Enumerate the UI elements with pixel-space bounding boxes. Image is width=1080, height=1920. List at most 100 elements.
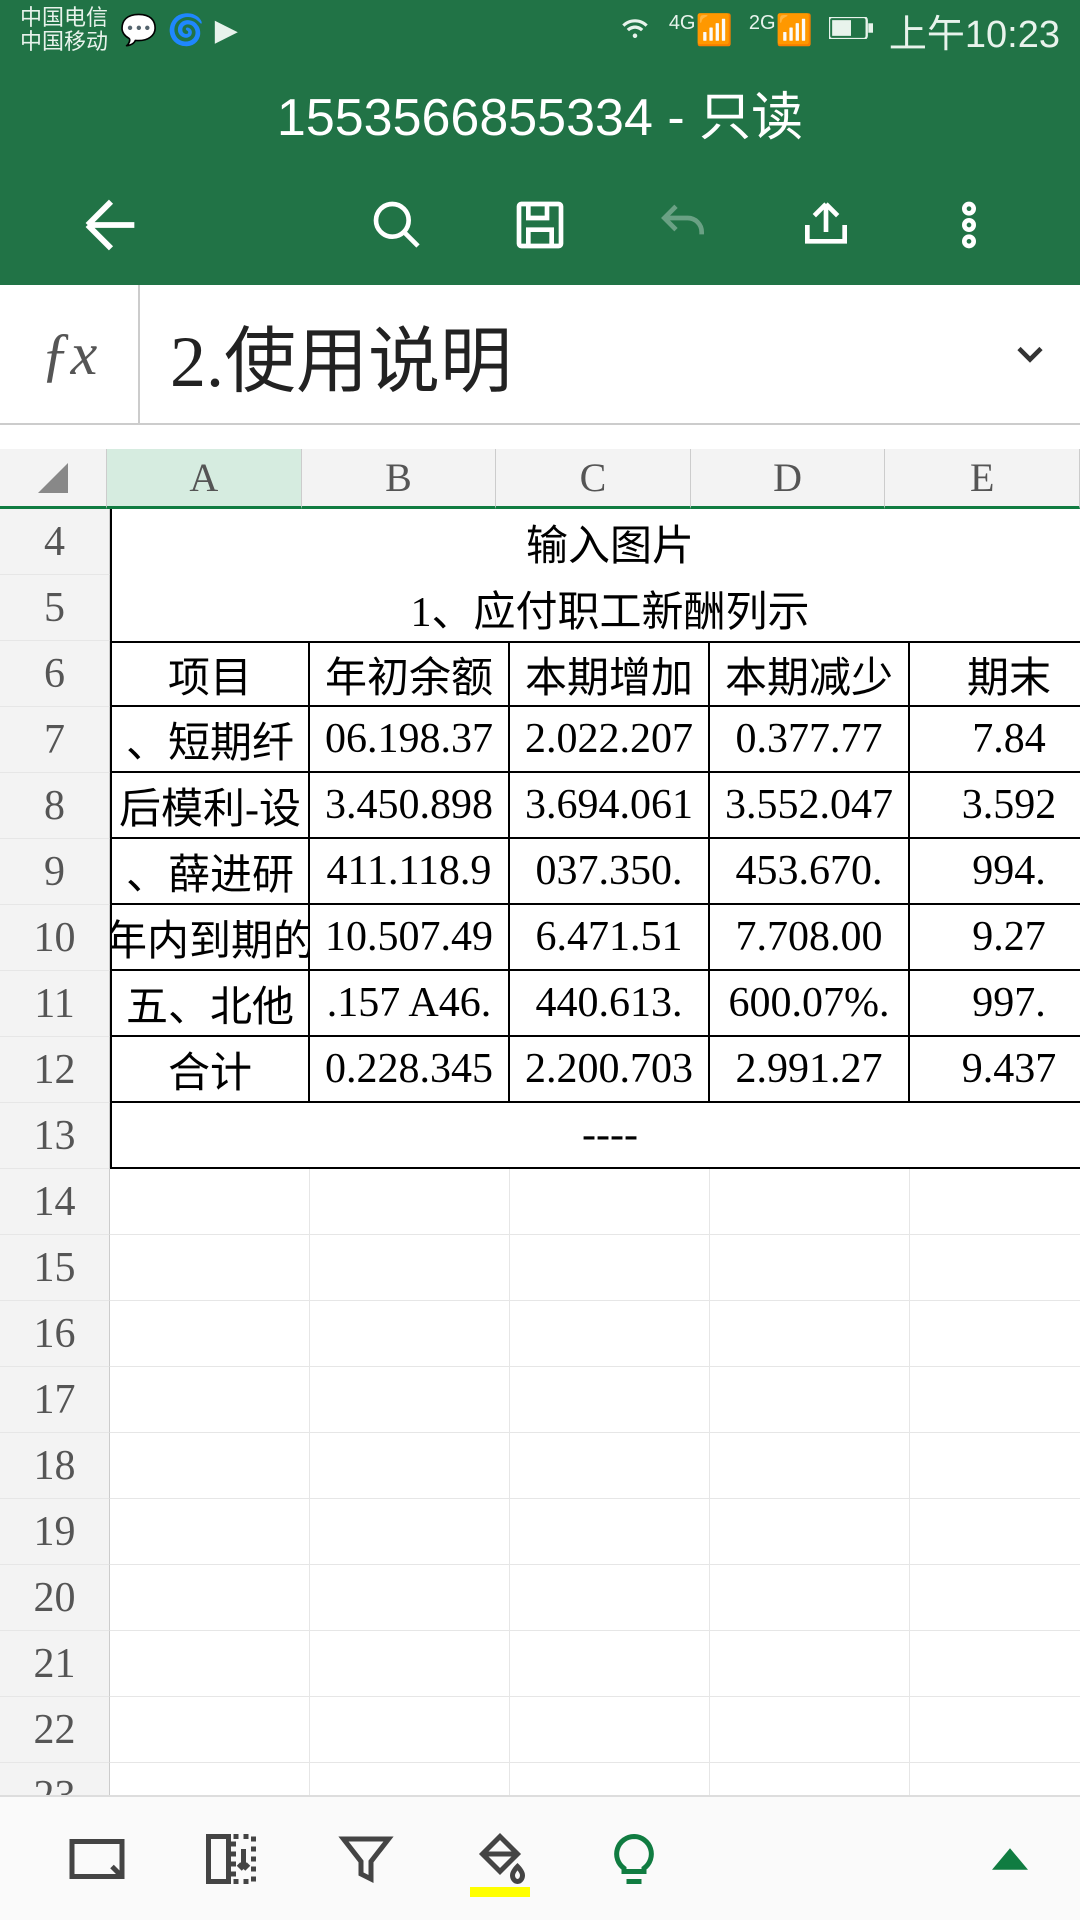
cell[interactable] — [710, 1697, 910, 1763]
cell[interactable]: 、薛进研 — [110, 839, 310, 905]
cell[interactable]: ---- — [110, 1103, 1080, 1169]
cell[interactable] — [310, 1301, 510, 1367]
col-header-a[interactable]: A — [107, 449, 302, 509]
cell[interactable]: 9.27 — [910, 905, 1080, 971]
cell[interactable] — [710, 1565, 910, 1631]
row-header[interactable]: 10 — [0, 905, 110, 971]
cell[interactable]: 本期增加 — [510, 641, 710, 707]
save-button[interactable] — [469, 197, 612, 253]
cell[interactable] — [910, 1367, 1080, 1433]
cell[interactable]: 项目 — [110, 641, 310, 707]
cell[interactable] — [310, 1235, 510, 1301]
cell[interactable] — [110, 1697, 310, 1763]
cell[interactable]: 10.507.49 — [310, 905, 510, 971]
cell[interactable] — [510, 1763, 710, 1795]
edit-button[interactable] — [183, 197, 326, 253]
cell[interactable] — [110, 1631, 310, 1697]
cell[interactable]: 997. — [910, 971, 1080, 1037]
cell[interactable] — [110, 1763, 310, 1795]
view-button[interactable] — [30, 1829, 164, 1889]
fill-color-button[interactable] — [433, 1829, 567, 1889]
cell[interactable]: 600.07%. — [710, 971, 910, 1037]
row-header[interactable]: 7 — [0, 707, 110, 773]
cell[interactable]: 1、应付职工新酬列示 — [110, 575, 1080, 641]
cell[interactable] — [310, 1433, 510, 1499]
select-all-corner[interactable] — [0, 449, 107, 509]
row-header[interactable]: 8 — [0, 773, 110, 839]
cell[interactable]: 037.350. — [510, 839, 710, 905]
cell[interactable] — [710, 1301, 910, 1367]
cell[interactable] — [910, 1235, 1080, 1301]
cell[interactable] — [310, 1499, 510, 1565]
cell[interactable]: 2.200.703 — [510, 1037, 710, 1103]
cell[interactable] — [110, 1235, 310, 1301]
cell[interactable] — [910, 1169, 1080, 1235]
cell[interactable]: 3.592 — [910, 773, 1080, 839]
row-header[interactable]: 11 — [0, 971, 110, 1037]
cell[interactable]: 411.118.9 — [310, 839, 510, 905]
undo-button[interactable] — [611, 197, 754, 253]
row-header[interactable]: 12 — [0, 1037, 110, 1103]
col-header-c[interactable]: C — [496, 449, 691, 509]
cell[interactable] — [910, 1499, 1080, 1565]
cell[interactable] — [510, 1301, 710, 1367]
cell[interactable]: 9.437 — [910, 1037, 1080, 1103]
col-header-e[interactable]: E — [885, 449, 1080, 509]
expand-panel-button[interactable] — [970, 1841, 1050, 1877]
row-header[interactable]: 13 — [0, 1103, 110, 1169]
back-button[interactable] — [40, 190, 183, 260]
cell[interactable] — [110, 1169, 310, 1235]
cell[interactable] — [510, 1235, 710, 1301]
cell[interactable] — [110, 1433, 310, 1499]
row-header[interactable]: 15 — [0, 1235, 110, 1301]
cell[interactable]: 五、北他 — [110, 971, 310, 1037]
cell[interactable] — [710, 1499, 910, 1565]
cell[interactable] — [910, 1301, 1080, 1367]
cell[interactable]: 、短期纤 — [110, 707, 310, 773]
row-header[interactable]: 17 — [0, 1367, 110, 1433]
cell[interactable]: 合计 — [110, 1037, 310, 1103]
cell[interactable] — [310, 1169, 510, 1235]
row-header[interactable]: 18 — [0, 1433, 110, 1499]
cell[interactable] — [710, 1433, 910, 1499]
cell[interactable]: 0.228.345 — [310, 1037, 510, 1103]
cell[interactable]: 6.471.51 — [510, 905, 710, 971]
cell[interactable]: 3.450.898 — [310, 773, 510, 839]
col-header-b[interactable]: B — [302, 449, 497, 509]
cell[interactable] — [710, 1235, 910, 1301]
fx-label[interactable]: ƒx — [0, 285, 140, 423]
cell[interactable] — [110, 1565, 310, 1631]
cell[interactable] — [710, 1763, 910, 1795]
cell[interactable] — [910, 1763, 1080, 1795]
cell[interactable]: 2.991.27 — [710, 1037, 910, 1103]
cell[interactable] — [710, 1169, 910, 1235]
cell[interactable] — [310, 1367, 510, 1433]
row-header[interactable]: 22 — [0, 1697, 110, 1763]
cell[interactable]: 本期减少 — [710, 641, 910, 707]
cell[interactable]: 后模利-设 — [110, 773, 310, 839]
cell[interactable]: 3.694.061 — [510, 773, 710, 839]
cell[interactable] — [310, 1631, 510, 1697]
cell[interactable] — [310, 1565, 510, 1631]
row-header[interactable]: 20 — [0, 1565, 110, 1631]
cell[interactable]: 7.84 — [910, 707, 1080, 773]
cell[interactable]: 输入图片 — [110, 509, 1080, 575]
formula-expand-button[interactable] — [980, 332, 1080, 376]
row-header[interactable]: 19 — [0, 1499, 110, 1565]
cell[interactable] — [510, 1169, 710, 1235]
row-header[interactable]: 14 — [0, 1169, 110, 1235]
more-button[interactable] — [897, 197, 1040, 253]
idea-button[interactable] — [567, 1829, 701, 1889]
cell[interactable]: 7.708.00 — [710, 905, 910, 971]
cell[interactable] — [110, 1301, 310, 1367]
cell[interactable]: 期末 — [910, 641, 1080, 707]
row-header[interactable]: 21 — [0, 1631, 110, 1697]
cell[interactable]: 453.670. — [710, 839, 910, 905]
row-header[interactable]: 6 — [0, 641, 110, 707]
sort-button[interactable] — [164, 1829, 298, 1889]
cell[interactable] — [510, 1499, 710, 1565]
filter-button[interactable] — [299, 1829, 433, 1889]
cell[interactable] — [710, 1631, 910, 1697]
formula-value[interactable]: 2.使用说明 — [140, 302, 980, 407]
cell[interactable]: .157 A46. — [310, 971, 510, 1037]
